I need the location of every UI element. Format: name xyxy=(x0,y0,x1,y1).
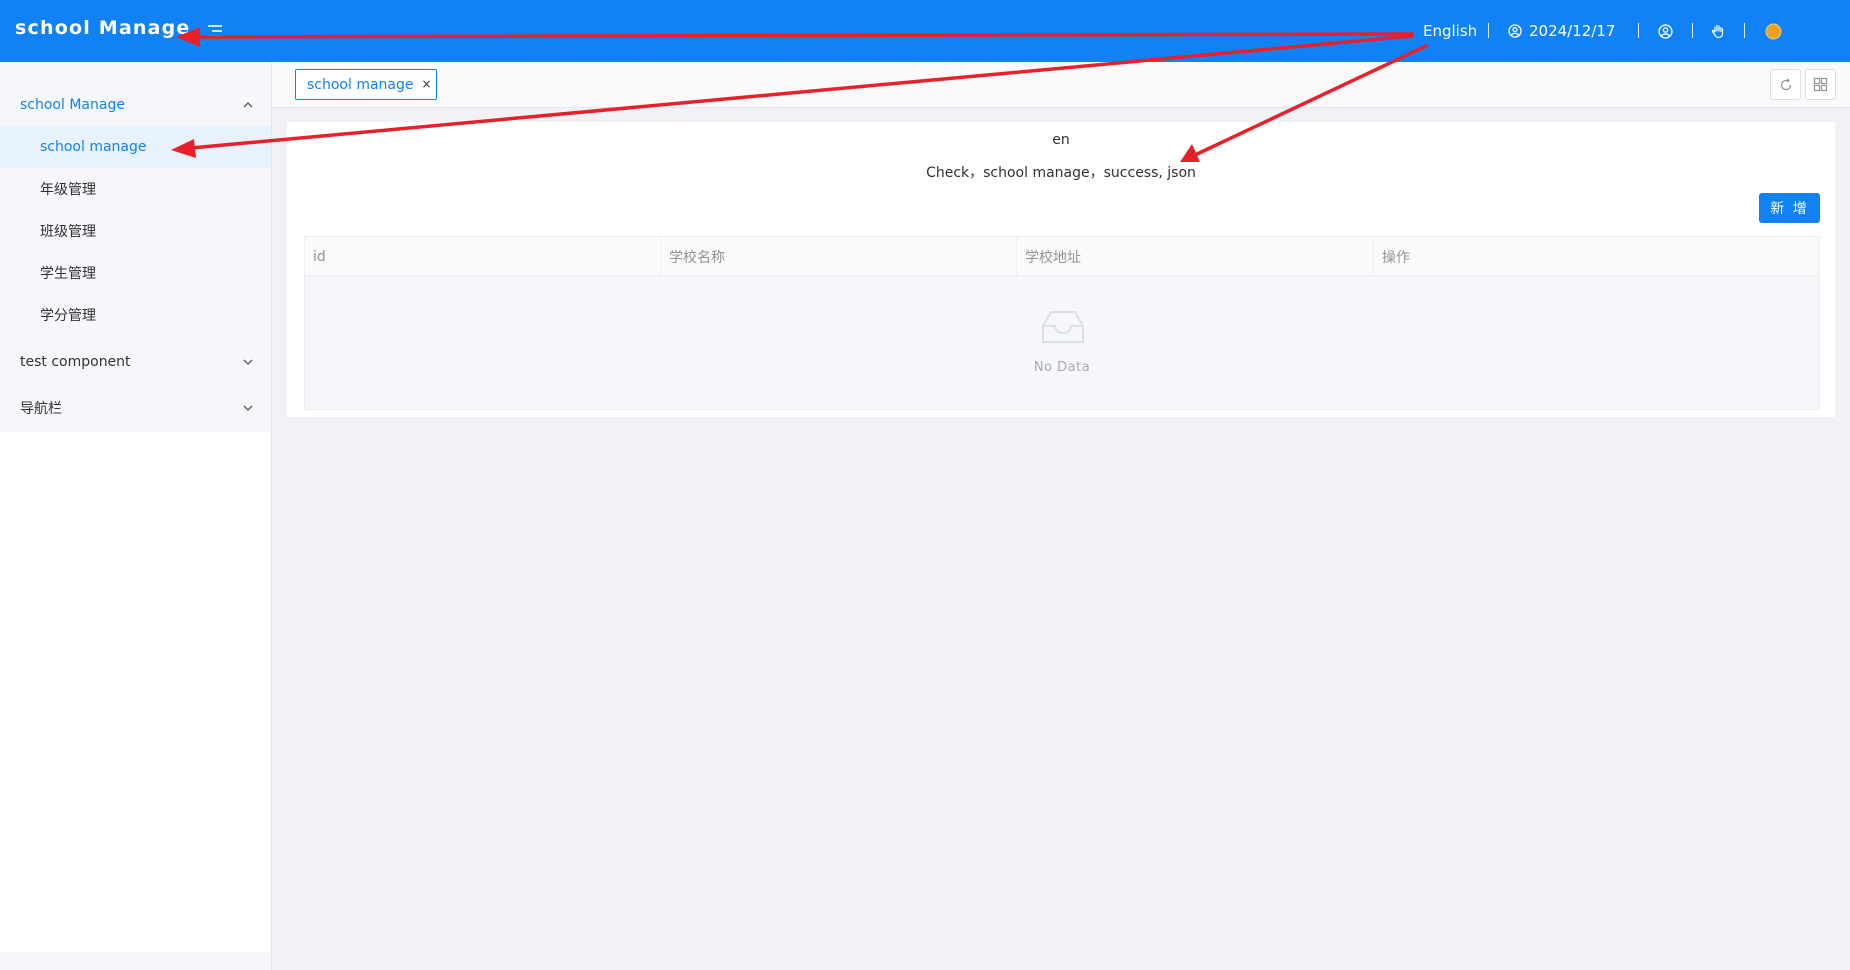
sidebar-group-label: 导航栏 xyxy=(20,401,62,417)
tabs-bar: school manage × xyxy=(272,62,1850,108)
top-header: school Manage English 2024/12/17 xyxy=(0,0,1850,62)
grid-icon xyxy=(1813,77,1828,92)
header-divider xyxy=(1692,23,1693,38)
date-display: 2024/12/17 xyxy=(1508,0,1615,62)
theme-dot-icon xyxy=(1765,23,1782,39)
layout-button[interactable] xyxy=(1805,69,1836,100)
language-switch[interactable]: English xyxy=(1423,0,1477,62)
sidebar: school Manage school manage 年级管理 班级管理 学生… xyxy=(0,62,272,970)
menu-fold-icon[interactable] xyxy=(205,21,225,41)
sidebar-item-grade[interactable]: 年级管理 xyxy=(0,168,271,210)
date-text: 2024/12/17 xyxy=(1529,22,1616,40)
sidebar-group-navbar[interactable]: 导航栏 xyxy=(0,387,271,429)
chevron-up-icon xyxy=(243,101,253,108)
column-header-actions[interactable]: 操作 xyxy=(1374,237,1819,276)
sidebar-group-school-manage[interactable]: school Manage xyxy=(0,84,271,126)
sidebar-item-student[interactable]: 学生管理 xyxy=(0,252,271,294)
hand-button[interactable] xyxy=(1710,0,1726,62)
tab-close-icon[interactable]: × xyxy=(421,77,431,91)
sidebar-menu: school Manage school manage 年级管理 班级管理 学生… xyxy=(0,62,271,432)
empty-text: No Data xyxy=(1033,360,1091,375)
app-title: school Manage xyxy=(15,17,191,39)
tab-school-manage[interactable]: school manage × xyxy=(295,69,437,100)
add-button[interactable]: 新 增 xyxy=(1759,193,1820,223)
sidebar-item-school-manage[interactable]: school manage xyxy=(0,126,271,168)
sidebar-item-credit[interactable]: 学分管理 xyxy=(0,294,271,336)
sidebar-item-label: school manage xyxy=(40,139,147,155)
refresh-icon xyxy=(1780,78,1791,90)
column-header-school-address[interactable]: 学校地址 xyxy=(1017,237,1374,276)
header-divider xyxy=(1488,23,1489,38)
user-circle-icon xyxy=(1508,24,1522,38)
sidebar-group-test-component[interactable]: test component xyxy=(0,341,271,383)
user-icon xyxy=(1658,23,1673,39)
sidebar-footer xyxy=(0,952,271,970)
table-header: id 学校名称 学校地址 操作 xyxy=(305,237,1819,276)
sidebar-item-label: 学分管理 xyxy=(40,308,96,324)
theme-button[interactable] xyxy=(1765,0,1782,62)
header-divider xyxy=(1638,23,1639,38)
sidebar-group-label: test component xyxy=(20,354,131,370)
sidebar-item-label: 班级管理 xyxy=(40,224,96,240)
sidebar-item-label: 学生管理 xyxy=(40,266,96,282)
user-button[interactable] xyxy=(1658,0,1673,62)
school-table: id 学校名称 学校地址 操作 No Data xyxy=(304,236,1820,410)
sidebar-item-label: 年级管理 xyxy=(40,182,96,198)
column-header-school-name[interactable]: 学校名称 xyxy=(661,237,1017,276)
chevron-down-icon xyxy=(243,359,253,366)
main-card: en Check，school manage，success, json 新 增… xyxy=(287,122,1835,417)
header-divider xyxy=(1744,23,1745,38)
sidebar-item-class[interactable]: 班级管理 xyxy=(0,210,271,252)
tab-label: school manage xyxy=(307,76,414,93)
column-header-id[interactable]: id xyxy=(305,237,661,276)
inbox-empty-icon xyxy=(1042,311,1084,343)
hand-icon xyxy=(1711,24,1724,39)
table-empty-state: No Data xyxy=(305,276,1819,409)
chevron-down-icon xyxy=(243,405,253,412)
language-code: en xyxy=(1052,132,1070,148)
sidebar-group-label: school Manage xyxy=(20,97,125,113)
check-message: Check，school manage，success, json xyxy=(926,165,1196,181)
refresh-button[interactable] xyxy=(1770,69,1801,100)
